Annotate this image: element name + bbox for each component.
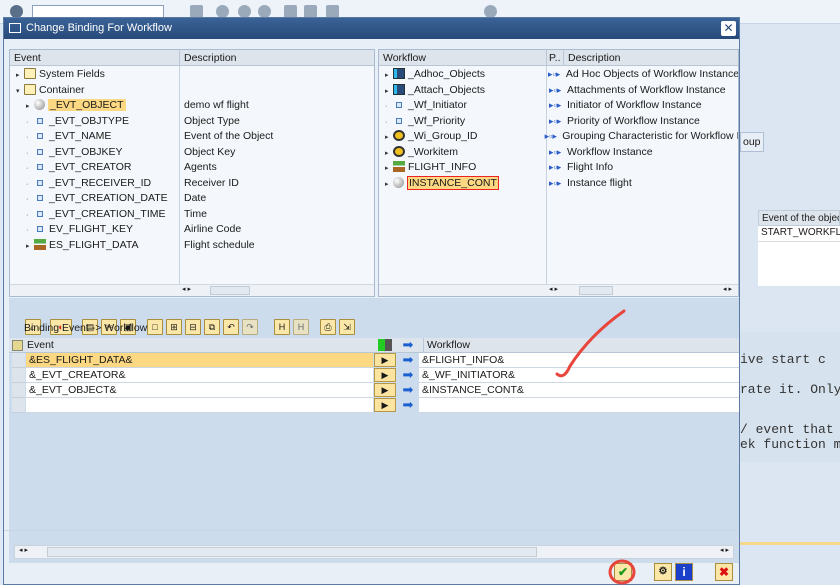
annotation-overlay xyxy=(555,309,636,585)
annotation-circle xyxy=(608,559,636,585)
annotation-checkmark xyxy=(555,309,626,378)
